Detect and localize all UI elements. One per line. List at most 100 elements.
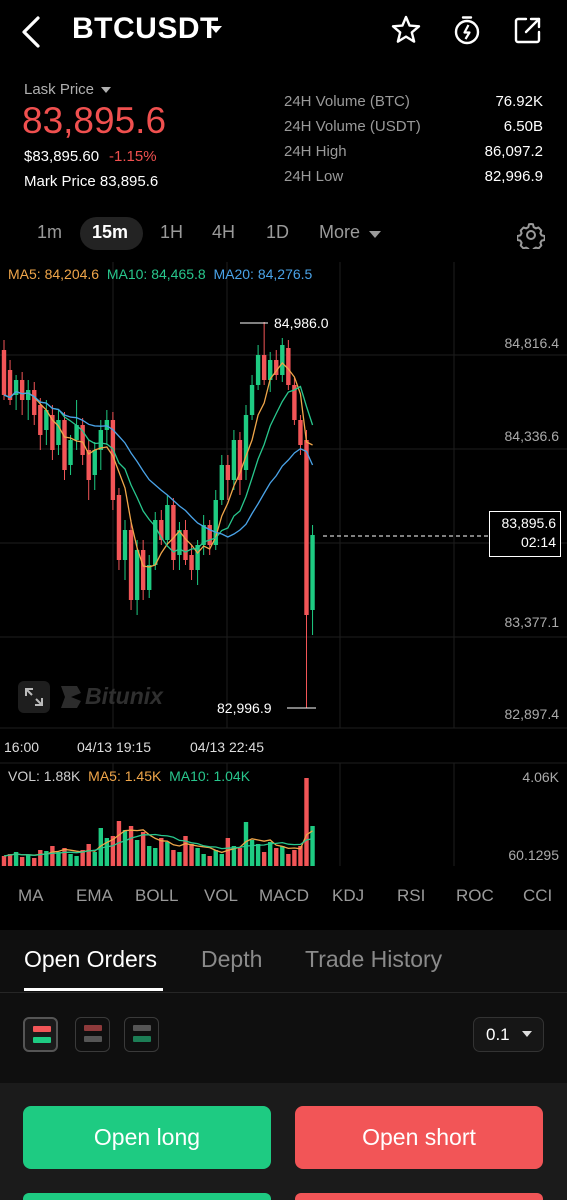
candle-body (255, 355, 261, 385)
secondary-short-button[interactable] (295, 1193, 543, 1200)
indicator-ma[interactable]: MA (18, 886, 44, 906)
stat-label: 24H Low (284, 168, 344, 185)
volume-bar (219, 854, 224, 866)
volume-bar (171, 850, 176, 866)
stat-value: 6.50B (503, 118, 543, 135)
candle-body (219, 465, 224, 500)
time-axis-label: 04/13 22:45 (190, 739, 264, 755)
stat-label: 24H Volume (USDT) (284, 118, 421, 135)
candle-body (183, 530, 188, 560)
candle-body (68, 440, 73, 465)
fullscreen-button[interactable] (18, 681, 50, 713)
tab-divider (0, 992, 567, 993)
volume-bar (249, 840, 255, 866)
candle-body (249, 385, 255, 415)
tab-trade-history[interactable]: Trade History (305, 946, 442, 973)
share-button[interactable] (512, 14, 544, 46)
price-axis-label: 84,336.6 (505, 428, 560, 444)
indicator-ema[interactable]: EMA (76, 886, 113, 906)
chevron-down-icon[interactable] (210, 26, 222, 33)
candle-body (116, 495, 122, 560)
candle-body (261, 355, 267, 380)
interval-1d[interactable]: 1D (266, 222, 289, 243)
vol-ma10-legend: MA10: 1.04K (169, 768, 251, 784)
candle-body (286, 348, 291, 385)
tab-depth[interactable]: Depth (201, 946, 262, 973)
candle-body (128, 530, 134, 600)
indicator-kdj[interactable]: KDJ (332, 886, 364, 906)
vol-ma5-legend: MA5: 1.45K (88, 768, 162, 784)
indicator-vol[interactable]: VOL (204, 886, 238, 906)
indicator-macd[interactable]: MACD (259, 886, 309, 906)
volume-bar (19, 857, 25, 866)
interval-1m[interactable]: 1m (37, 222, 62, 243)
symbol-selector[interactable]: BTCUSDT (72, 12, 219, 46)
indicator-rsi[interactable]: RSI (397, 886, 425, 906)
volume-bar (68, 854, 73, 866)
volume-bar (165, 842, 170, 866)
interval-15m[interactable]: 15m (92, 222, 128, 243)
volume-bar (213, 850, 218, 866)
watermark-text: Bitunix (85, 683, 163, 709)
candle-body (207, 525, 212, 545)
candle-body (38, 405, 43, 435)
bar-icon (133, 1036, 151, 1042)
orderbook-bids-button[interactable] (124, 1017, 159, 1052)
indicator-roc[interactable]: ROC (456, 886, 494, 906)
volume-bar (177, 852, 182, 866)
volume-bar (147, 846, 152, 866)
current-price-tag: 83,895.6 02:14 (489, 511, 561, 557)
open-short-button[interactable]: Open short (295, 1106, 543, 1169)
volume-bar (274, 848, 279, 866)
volume-bar (140, 832, 146, 866)
stat-value: 76.92K (495, 93, 543, 110)
volume-axis-top: 4.06K (522, 769, 559, 785)
volume-bar (268, 842, 273, 866)
interval-1h[interactable]: 1H (160, 222, 183, 243)
stat-value: 82,996.9 (484, 168, 543, 185)
ma20-line (3, 390, 314, 538)
volume-legend: VOL: 1.88K MA5: 1.45K MA10: 1.04K (8, 768, 250, 784)
interval-4h[interactable]: 4H (212, 222, 235, 243)
chevron-down-icon[interactable] (522, 1031, 532, 1037)
indicator-boll[interactable]: BOLL (135, 886, 178, 906)
candle-body (280, 345, 285, 375)
bar-icon (133, 1025, 151, 1031)
chart-settings-button[interactable] (516, 221, 546, 253)
tab-open-orders[interactable]: Open Orders (24, 946, 157, 973)
indicator-cci[interactable]: CCI (523, 886, 552, 906)
ma5-line (3, 362, 313, 568)
mark-price: Mark Price 83,895.6 (24, 173, 158, 190)
timer-button[interactable] (451, 14, 483, 46)
secondary-long-button[interactable] (23, 1193, 271, 1200)
volume-bar (225, 838, 231, 866)
stat-label: 24H High (284, 143, 347, 160)
orderbook-asks-button[interactable] (75, 1017, 110, 1052)
volume-bar (153, 848, 158, 866)
back-icon (22, 16, 40, 48)
bar-icon (84, 1036, 102, 1042)
candle-body (298, 420, 303, 445)
last-price-label[interactable]: Lask Price (24, 81, 94, 98)
last-price-value: 83,895.6 (22, 100, 167, 141)
share-icon (514, 17, 541, 44)
volume-bar (128, 826, 134, 866)
price-axis-label: 84,816.4 (505, 335, 560, 351)
open-long-button[interactable]: Open long (23, 1106, 271, 1169)
high-label: 84,986.0 (274, 315, 329, 331)
expand-icon (25, 688, 43, 706)
candle-body (26, 390, 31, 400)
interval-more[interactable]: More (319, 222, 360, 243)
chevron-down-icon[interactable] (369, 231, 381, 238)
vol-legend: VOL: 1.88K (8, 768, 81, 784)
candle-body (165, 505, 170, 540)
stopwatch-icon (454, 16, 480, 45)
orderbook-both-button[interactable] (23, 1017, 58, 1052)
volume-bar (292, 850, 297, 866)
precision-value[interactable]: 0.1 (486, 1025, 510, 1045)
back-button[interactable] (14, 12, 50, 52)
chevron-down-icon[interactable] (101, 87, 111, 93)
price-axis-label: 82,897.4 (505, 706, 560, 722)
candle-body (98, 430, 103, 450)
favorite-button[interactable] (390, 14, 422, 46)
